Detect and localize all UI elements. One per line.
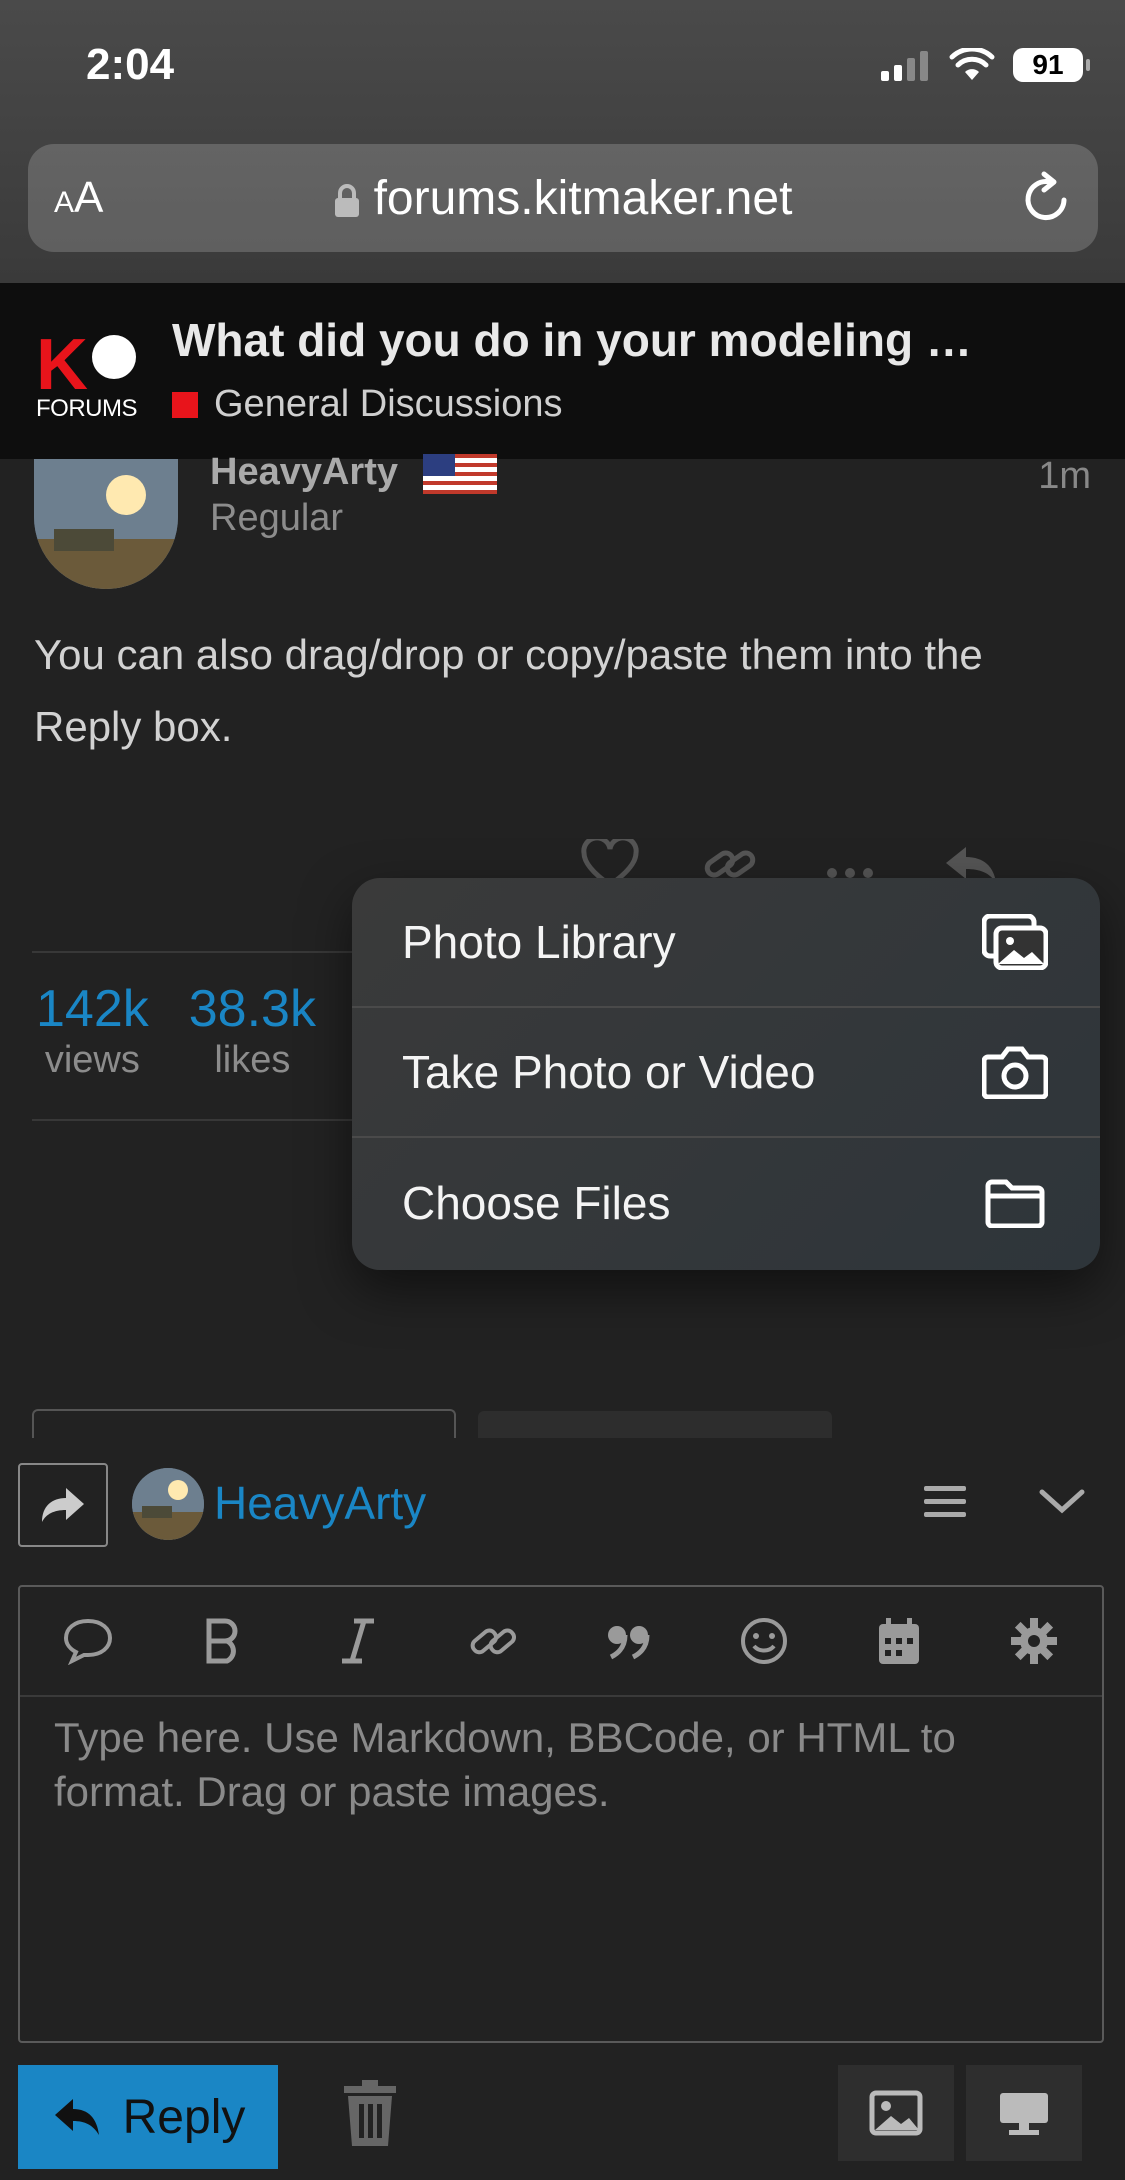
reply-button-label: Reply — [122, 2090, 246, 2144]
forum-header: K FORUMS What did you do in your modelin… — [0, 283, 1125, 461]
post-body: You can also drag/drop or copy/paste the… — [34, 631, 983, 750]
browser-chrome: 2:04 91 AA forums.kitmaker.net — [0, 0, 1125, 283]
italic-icon[interactable] — [328, 1611, 388, 1671]
topic-category[interactable]: General Discussions — [172, 383, 562, 426]
emoji-icon[interactable] — [734, 1611, 794, 1671]
menu-item-take-photo[interactable]: Take Photo or Video — [352, 1008, 1100, 1138]
editor: Type here. Use Markdown, BBCode, or HTML… — [18, 1585, 1104, 2043]
signal-icon — [881, 51, 928, 81]
site-logo[interactable]: K FORUMS — [36, 325, 140, 422]
status-time: 2:04 — [86, 40, 175, 89]
logo-emblem — [92, 335, 136, 379]
menu-item-photo-library[interactable]: Photo Library — [352, 878, 1100, 1008]
menu-item-label: Choose Files — [402, 1177, 671, 1229]
menu-item-label: Take Photo or Video — [402, 1046, 816, 1098]
stat-label: likes — [214, 1039, 291, 1081]
trash-icon[interactable] — [340, 2078, 400, 2148]
folder-icon — [980, 1173, 1050, 1233]
calendar-icon[interactable] — [869, 1611, 929, 1671]
reply-textarea[interactable]: Type here. Use Markdown, BBCode, or HTML… — [54, 1711, 1068, 1819]
reload-icon[interactable] — [1020, 170, 1074, 226]
menu-icon[interactable] — [920, 1480, 970, 1524]
stat-value: 38.3k — [188, 980, 316, 1038]
gear-icon[interactable] — [1004, 1611, 1064, 1671]
stat-value: 142k — [36, 980, 149, 1038]
battery-indicator: 91 — [1013, 48, 1090, 82]
logo-letter: K — [36, 325, 88, 405]
category-label: General Discussions — [214, 383, 563, 425]
menu-item-choose-files[interactable]: Choose Files — [352, 1138, 1100, 1268]
quote-icon[interactable] — [599, 1611, 659, 1671]
avatar[interactable] — [34, 459, 178, 589]
upload-source-menu: Photo Library Take Photo or Video Choose… — [352, 878, 1100, 1270]
post-author[interactable]: HeavyArty — [210, 451, 497, 494]
stat-label: views — [44, 1039, 140, 1081]
url-text[interactable]: forums.kitmaker.net — [28, 171, 1098, 226]
status-icons: 91 — [879, 48, 1090, 82]
chevron-down-icon[interactable] — [1034, 1478, 1090, 1522]
desktop-icon — [1000, 2093, 1048, 2135]
url-bar[interactable]: AA forums.kitmaker.net — [28, 144, 1098, 252]
category-badge — [172, 391, 198, 418]
camera-icon — [980, 1042, 1050, 1102]
topic-stats: 142k views 38.3k likes — [36, 979, 316, 1082]
reply-to-user[interactable]: HeavyArty — [214, 1476, 426, 1530]
wifi-icon — [949, 48, 995, 80]
bold-icon[interactable] — [193, 1611, 253, 1671]
link-icon[interactable] — [463, 1611, 523, 1671]
stat-likes: 38.3k likes — [189, 979, 316, 1082]
stat-views: 142k views — [36, 979, 149, 1082]
upload-image-button[interactable] — [838, 2065, 954, 2161]
chat-bubble-icon[interactable] — [58, 1611, 118, 1671]
image-icon — [869, 2090, 923, 2136]
url-label: forums.kitmaker.net — [373, 171, 793, 225]
post-time[interactable]: 1m — [1038, 455, 1091, 498]
reply-button[interactable]: Reply — [18, 2065, 278, 2169]
us-flag-icon — [422, 453, 497, 494]
reply-avatar — [132, 1468, 204, 1540]
author-name: HeavyArty — [210, 451, 398, 493]
photo-library-icon — [980, 912, 1050, 972]
reply-type-button[interactable] — [18, 1463, 108, 1547]
share-arrow-icon — [42, 1488, 84, 1522]
logo-text: FORUMS — [36, 395, 138, 422]
lock-icon — [334, 183, 359, 217]
editor-toolbar — [20, 1587, 1102, 1697]
menu-item-label: Photo Library — [402, 916, 676, 968]
reply-composer: HeavyArty Type here. Use Markdown, BBCod… — [0, 1438, 1125, 2180]
topic-title[interactable]: What did you do in your modeling … — [172, 313, 972, 367]
toggle-preview-button[interactable] — [966, 2065, 1082, 2161]
reply-icon — [54, 2099, 99, 2135]
author-title: Regular — [210, 497, 344, 539]
